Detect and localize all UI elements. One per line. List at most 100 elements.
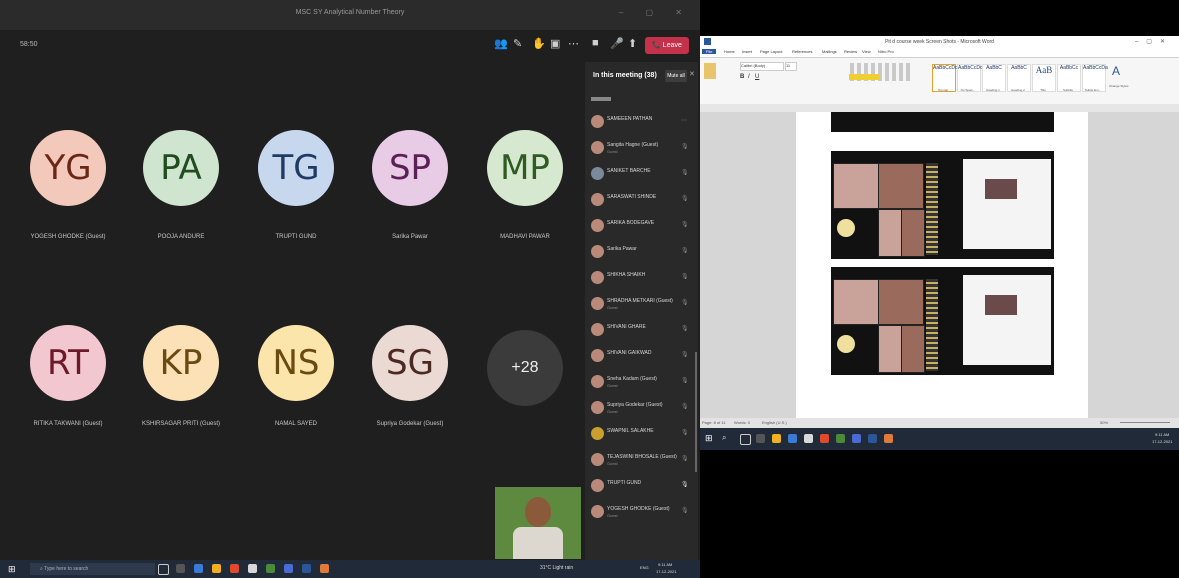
participant-tile-rt[interactable]: RT [30, 325, 106, 401]
participant-item[interactable]: SHIVANI GAIKWAD 🎙 [585, 344, 698, 370]
zoom-level[interactable]: 50% [1100, 420, 1108, 425]
participant-role: Guest [607, 513, 618, 518]
tab-review[interactable]: Review [844, 49, 857, 54]
participant-tile-yg[interactable]: YG [30, 130, 106, 206]
close-icon[interactable]: ✕ [689, 70, 695, 78]
participant-item[interactable]: SANIKET BARCHE 🎙 [585, 162, 698, 188]
participant-item[interactable]: Sarika Pawar 🎙 [585, 240, 698, 266]
taskbar-left: ⊞ ⌕ Type here to search 31°C Light rain … [0, 560, 700, 578]
tab-home[interactable]: Home [724, 49, 735, 54]
leave-button[interactable]: 📞 Leave [645, 37, 689, 54]
tab-view[interactable]: View [862, 49, 871, 54]
rooms-icon[interactable]: ▣ [550, 37, 560, 50]
font-size-select[interactable]: 11 [785, 62, 797, 71]
clock-date[interactable]: 17-12-2021 [1152, 439, 1172, 444]
meeting-toolbar: 58:50 👥 ✎ ✋ ▣ ⋯ ■ 🎤 ⬆ 📞 Leave [0, 30, 700, 62]
participant-tile-tg[interactable]: TG [258, 130, 334, 206]
scrollbar[interactable] [695, 352, 697, 472]
store-icon[interactable] [804, 434, 813, 443]
app-icon[interactable] [266, 564, 275, 573]
participant-item[interactable]: SWAPNIL SALAKHE 🎙 [585, 422, 698, 448]
participant-item[interactable]: SHIVANI GHARE 🎙 [585, 318, 698, 344]
underline-button[interactable]: U [755, 74, 759, 80]
participant-item[interactable]: TRUPTI GUND 🎙 [585, 474, 698, 500]
file-explorer-icon[interactable] [772, 434, 781, 443]
more-icon[interactable]: ⋯ [681, 117, 687, 124]
tab-nitro-pro[interactable]: Nitro Pro [878, 49, 894, 54]
italic-button[interactable]: I [748, 74, 750, 80]
bold-button[interactable]: B [740, 74, 744, 80]
edge-icon[interactable] [788, 434, 797, 443]
word-icon[interactable] [302, 564, 311, 573]
chrome-icon[interactable] [820, 434, 829, 443]
clock-time[interactable]: 9:11 AM [1155, 432, 1169, 437]
windows-start-icon[interactable]: ⊞ [8, 564, 16, 575]
tab-references[interactable]: References [792, 49, 812, 54]
tab-mailings[interactable]: Mailings [822, 49, 837, 54]
app-icon[interactable] [884, 434, 893, 443]
participant-tile-kp[interactable]: KP [143, 325, 219, 401]
search-input[interactable]: ⌕ Type here to search [30, 563, 155, 575]
cortana-icon[interactable] [740, 434, 751, 445]
task-view-icon[interactable] [176, 564, 185, 573]
language-status[interactable]: English (U.S.) [762, 420, 787, 425]
teams-icon[interactable] [852, 434, 861, 443]
app-icon[interactable] [836, 434, 845, 443]
teams-icon[interactable] [284, 564, 293, 573]
ruler[interactable] [700, 104, 1179, 112]
zoom-slider[interactable] [1120, 422, 1170, 423]
participant-item[interactable]: TEJASWINI BHOSALE (Guest) Guest 🎙 [585, 448, 698, 474]
search-icon[interactable]: ⌕ [722, 433, 726, 443]
participant-item[interactable]: Supriya Godekar (Guest) Guest 🎙 [585, 396, 698, 422]
word-icon[interactable] [868, 434, 877, 443]
participant-item[interactable]: YOGESH GHODKE (Guest) Guest 🎙 [585, 500, 698, 526]
participant-tile-sg[interactable]: SG [372, 325, 448, 401]
participant-item[interactable]: SHRADHA METKARI (Guest) Guest 🎙 [585, 292, 698, 318]
clock-time[interactable]: 9:11 AM [658, 562, 672, 567]
participant-item[interactable]: SHIKHA SHAIKH 🎙 [585, 266, 698, 292]
paste-icon[interactable] [704, 63, 716, 79]
participant-tile-sp[interactable]: SP [372, 130, 448, 206]
participant-item[interactable]: SARASWATI SHINDE 🎙 [585, 188, 698, 214]
word-count[interactable]: Words: 0 [734, 420, 750, 425]
camera-icon[interactable]: ■ [592, 37, 599, 49]
mic-muted-icon: 🎙 [681, 456, 689, 462]
document-page[interactable] [796, 112, 1088, 418]
chat-icon[interactable]: ✎ [513, 37, 522, 50]
participants-icon[interactable]: 👥 [494, 37, 508, 50]
search-icon[interactable] [158, 564, 169, 575]
page-count[interactable]: Page: 8 of 11 [702, 420, 726, 425]
clock-date[interactable]: 17-12-2021 [656, 569, 676, 574]
participant-item[interactable]: SARIKA BODEGAVE 🎙 [585, 214, 698, 240]
participant-tile-pa[interactable]: PA [143, 130, 219, 206]
window-controls[interactable]: – ▢ ✕ [619, 8, 692, 17]
share-icon[interactable]: ⬆ [628, 37, 637, 50]
mute-all-button[interactable]: Mute all [665, 70, 687, 82]
store-icon[interactable] [248, 564, 257, 573]
tab-file[interactable]: File [702, 49, 717, 54]
tab-insert[interactable]: Insert [742, 49, 752, 54]
windows-start-icon[interactable]: ⊞ [705, 433, 713, 444]
mic-icon[interactable]: 🎤 [610, 37, 624, 50]
reactions-icon[interactable]: ✋ [532, 37, 546, 50]
participant-item[interactable]: Sneha Kadam (Guest) Guest 🎙 [585, 370, 698, 396]
highlight-icon[interactable] [849, 74, 879, 80]
participant-tile-ns[interactable]: NS [258, 325, 334, 401]
participant-tile-mp[interactable]: MP [487, 130, 563, 206]
edge-icon[interactable] [194, 564, 203, 573]
participant-item[interactable]: SAMEEEN PATHAN ⋯ [585, 110, 698, 136]
chrome-icon[interactable] [230, 564, 239, 573]
change-styles-icon[interactable]: A [1112, 64, 1120, 78]
weather-status[interactable]: 31°C Light rain [540, 565, 573, 571]
language-indicator[interactable]: ENG [640, 565, 649, 570]
tab-page-layout[interactable]: Page Layout [760, 49, 782, 54]
task-view-icon[interactable] [756, 434, 765, 443]
more-actions-icon[interactable]: ⋯ [568, 37, 579, 50]
more-participants-tile[interactable]: +28 [487, 330, 563, 406]
file-explorer-icon[interactable] [212, 564, 221, 573]
participant-name: TRUPTI GUND [275, 234, 317, 240]
window-controls[interactable]: –▢✕ [1135, 38, 1173, 45]
participant-item[interactable]: Sangita Hagne (Guest) Guest 🎙 [585, 136, 698, 162]
app-icon[interactable] [320, 564, 329, 573]
font-name-select[interactable]: Calibri (Body) [740, 62, 784, 71]
